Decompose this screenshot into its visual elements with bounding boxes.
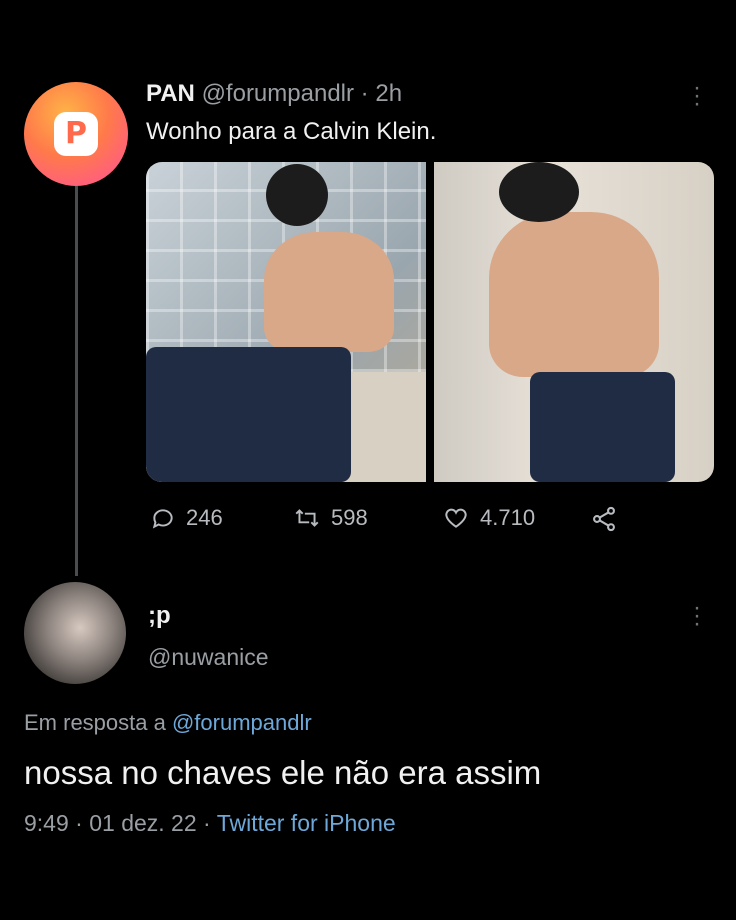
separator: · [360, 80, 369, 107]
author-handle[interactable]: @forumpandlr [202, 80, 354, 107]
media-photo-2[interactable] [434, 162, 714, 482]
separator: · [203, 810, 211, 836]
avatar[interactable]: P [24, 82, 128, 186]
in-reply-to: Em resposta a @forumpandlr [24, 710, 312, 736]
reply-time[interactable]: 9:49 [24, 810, 69, 836]
app-logo-icon: P [54, 112, 98, 156]
in-reply-handle-link[interactable]: @forumpandlr [172, 710, 312, 735]
retweet-icon [295, 509, 319, 527]
tweet-header: PAN @forumpandlr · 2h [146, 80, 402, 108]
author-name[interactable]: PAN [146, 80, 195, 107]
share-button[interactable] [590, 505, 618, 533]
reply-more-vertical-icon[interactable]: · · · [690, 596, 704, 636]
reply-avatar[interactable] [24, 582, 126, 684]
reply-author-handle[interactable]: @nuwanice [148, 644, 269, 671]
reply-author-name[interactable]: ;p [148, 602, 171, 630]
thread-line [75, 186, 78, 576]
tweet-actions: 246 598 4.710 [150, 505, 630, 537]
like-count: 4.710 [480, 505, 536, 530]
tweet-source-link[interactable]: Twitter for iPhone [217, 810, 396, 836]
reply-icon [152, 509, 173, 529]
logo-letter: P [65, 116, 87, 151]
tweet-text: Wonho para a Calvin Klein. [146, 118, 437, 145]
in-reply-prefix: Em resposta a [24, 710, 166, 735]
reply-button[interactable]: 246 [150, 505, 223, 531]
reply-count: 246 [186, 505, 223, 530]
media-photo-1[interactable] [146, 162, 426, 482]
reply-timestamp: 9:49 · 01 dez. 22 · Twitter for iPhone [24, 810, 396, 837]
retweet-count: 598 [331, 505, 368, 530]
media-grid [146, 162, 714, 482]
like-button[interactable]: 4.710 [442, 505, 535, 531]
reply-date[interactable]: 01 dez. 22 [89, 810, 196, 836]
share-icon [593, 506, 615, 532]
reply-text: nossa no chaves ele não era assim [24, 754, 542, 791]
retweet-button[interactable]: 598 [293, 505, 368, 531]
tweet-time[interactable]: 2h [375, 80, 402, 107]
separator: · [75, 810, 83, 836]
more-vertical-icon[interactable]: · · · [690, 76, 704, 116]
heart-icon [445, 508, 467, 528]
